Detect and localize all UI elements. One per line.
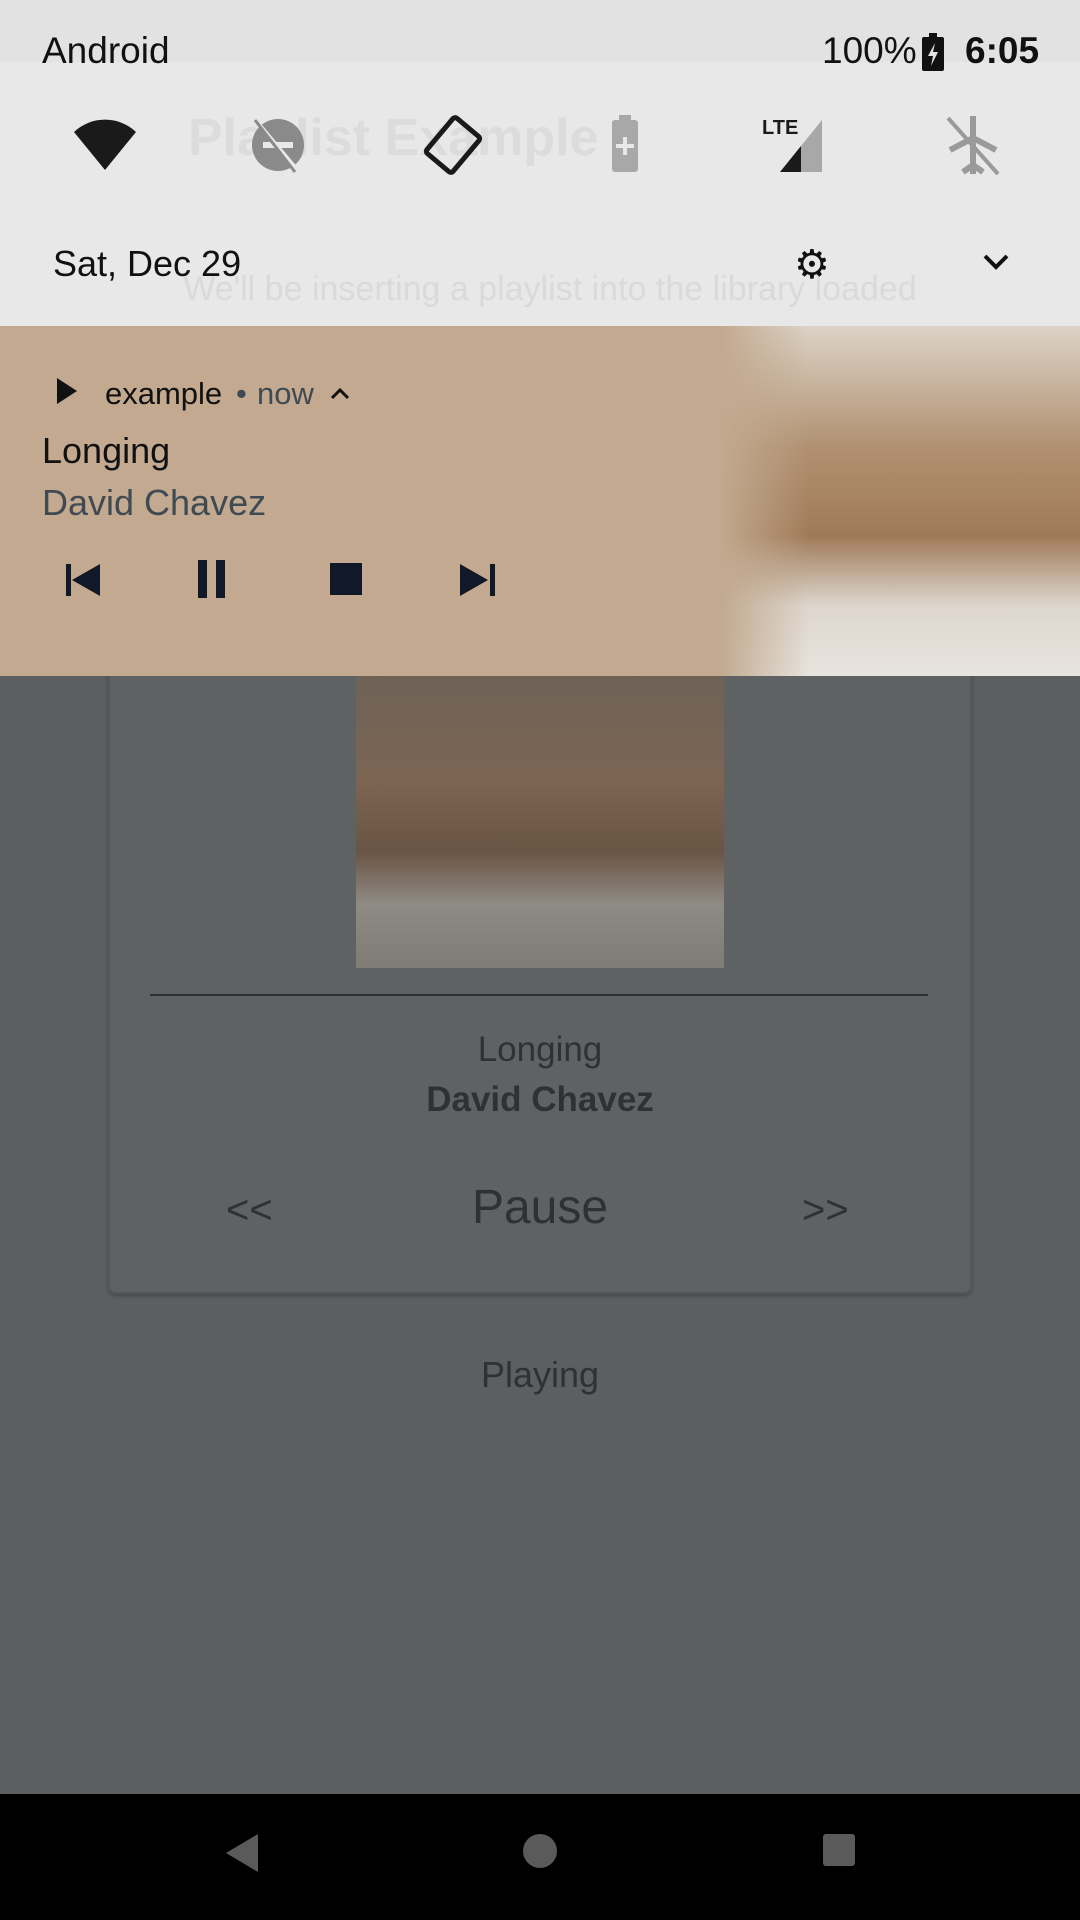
- stop-icon[interactable]: [330, 563, 362, 595]
- battery-charging-icon: [922, 33, 944, 71]
- airplane-mode-off-icon[interactable]: [938, 110, 1008, 180]
- album-art: [356, 676, 724, 968]
- app-intro-text: We'll be inserting a playlist into the l…: [183, 270, 917, 308]
- skip-previous-icon[interactable]: [66, 562, 102, 598]
- do-not-disturb-off-icon[interactable]: [243, 110, 313, 180]
- navigation-bar: [0, 1794, 1080, 1920]
- battery-saver-icon[interactable]: [590, 110, 660, 180]
- app-play-icon: [57, 378, 77, 404]
- home-icon[interactable]: [521, 1832, 559, 1870]
- lte-signal-icon[interactable]: LTE: [760, 110, 830, 180]
- date-label: Sat, Dec 29: [53, 243, 242, 284]
- notification-time: now: [257, 376, 314, 411]
- collapse-chevron-up-icon[interactable]: [330, 386, 350, 400]
- notification-artist: David Chavez: [42, 482, 267, 523]
- battery-percent: 100%: [822, 30, 917, 71]
- notification-album-art: [720, 326, 1080, 676]
- auto-rotate-icon[interactable]: [418, 110, 488, 180]
- expand-chevron-down-icon[interactable]: [982, 252, 1010, 272]
- next-button[interactable]: >>: [802, 1188, 849, 1233]
- divider: [150, 994, 928, 996]
- notification-title: Longing: [42, 430, 171, 471]
- carrier-label: Android: [42, 30, 170, 71]
- settings-gear-icon[interactable]: ⚙: [794, 242, 830, 288]
- clock: 6:05: [965, 30, 1040, 71]
- media-notification[interactable]: example • now Longing David Chavez: [0, 326, 1080, 676]
- svg-text:LTE: LTE: [762, 117, 798, 139]
- recents-icon[interactable]: [821, 1832, 857, 1868]
- wifi-icon[interactable]: [70, 110, 140, 180]
- song-title: Longing: [477, 1030, 603, 1069]
- song-artist: David Chavez: [426, 1080, 654, 1119]
- pause-button[interactable]: Pause: [0, 1180, 1080, 1235]
- notification-app-name: example: [105, 376, 223, 411]
- skip-next-icon[interactable]: [460, 562, 496, 598]
- back-icon[interactable]: [222, 1832, 262, 1874]
- notification-shade: Playlist Example We'll be inserting a pl…: [0, 0, 1080, 326]
- separator: •: [236, 376, 247, 411]
- pause-icon[interactable]: [196, 560, 232, 598]
- playback-status: Playing: [480, 1354, 600, 1395]
